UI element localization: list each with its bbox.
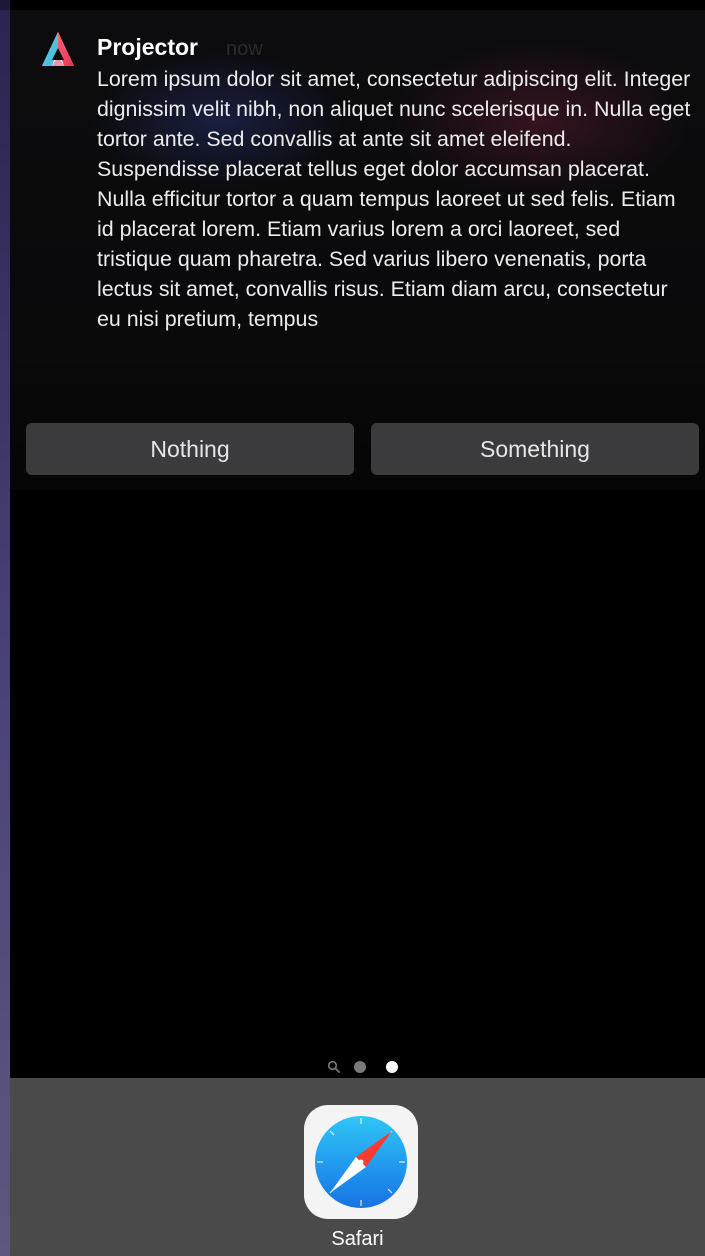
page-dot-active bbox=[386, 1061, 398, 1073]
notification-time: now bbox=[226, 38, 263, 60]
nothing-button[interactable]: Nothing bbox=[26, 423, 354, 475]
device-frame-left bbox=[0, 0, 10, 1256]
projector-app-icon bbox=[42, 32, 74, 66]
home-screen: Projector now Lorem ipsum dolor sit amet… bbox=[10, 0, 705, 1256]
page-dot bbox=[354, 1061, 366, 1073]
search-icon bbox=[327, 1060, 340, 1073]
safari-label: Safari bbox=[331, 1228, 384, 1250]
notification-body: Lorem ipsum dolor sit amet, consectetur … bbox=[97, 67, 691, 331]
page-indicator[interactable] bbox=[322, 1057, 402, 1077]
something-button[interactable]: Something bbox=[371, 423, 699, 475]
safari-app-button[interactable] bbox=[304, 1105, 418, 1219]
notification-banner[interactable]: Projector now Lorem ipsum dolor sit amet… bbox=[10, 10, 705, 490]
notification-app-name: Projector bbox=[97, 34, 198, 60]
safari-compass-icon bbox=[315, 1116, 407, 1208]
dock: Safari bbox=[10, 1078, 705, 1256]
